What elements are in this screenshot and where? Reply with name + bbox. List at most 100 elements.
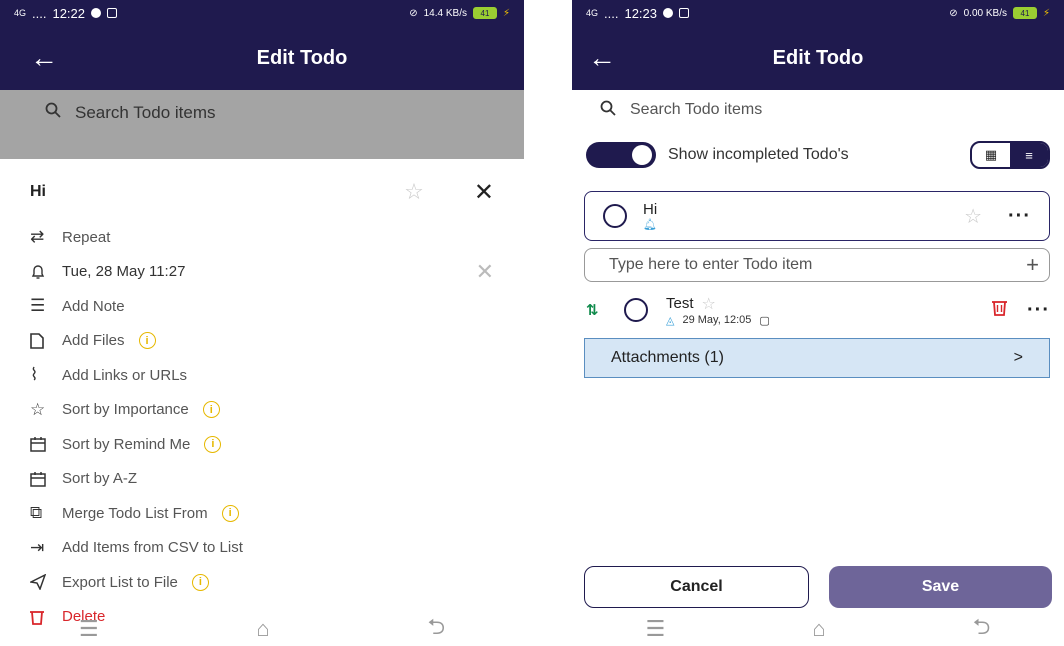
battery-level: 41 (480, 8, 490, 18)
toggle-knob (632, 145, 652, 165)
info-icon[interactable]: i (204, 435, 222, 453)
cancel-button[interactable]: Cancel (584, 566, 809, 608)
menu-item-label: Repeat (62, 228, 111, 246)
more-options-icon[interactable]: ··· (1027, 299, 1050, 322)
info-icon[interactable]: i (138, 332, 156, 350)
item-name: Test (666, 295, 694, 312)
todo-name[interactable]: Hi (30, 183, 404, 201)
menu-item-add-links[interactable]: ⌇ Add Links or URLs (0, 358, 524, 393)
speed-label: 14.4 KB/s (423, 7, 467, 19)
menu-item-sort-importance[interactable]: ☆ Sort by Importance i (0, 393, 524, 428)
message-icon (107, 8, 118, 18)
complete-circle-icon[interactable] (603, 204, 627, 228)
notification-icon (663, 8, 674, 18)
filter-row: Show incompleted Todo's ▦ ≡ (572, 130, 1064, 180)
home-nav-icon[interactable]: ⌂ (812, 616, 825, 642)
menu-item-import-csv[interactable]: ⇥ Add Items from CSV to List (0, 531, 524, 566)
chevron-right-icon: > (1013, 349, 1023, 366)
attachments-row[interactable]: Attachments (1) > (584, 338, 1050, 378)
menu-item-repeat[interactable]: ⇄ Repeat (0, 220, 524, 255)
more-options-icon[interactable]: ··· (1008, 205, 1031, 228)
entry-placeholder: Type here to enter Todo item (609, 256, 813, 273)
complete-circle-icon[interactable] (624, 298, 648, 322)
left-screen: 4G .... 12:22 ⊘ 14.4 KB/s 41 ⚡ ← Edit To… (0, 0, 524, 646)
options-menu: ⇄ Repeat Tue, 28 May 11:27 ✕ ☰ Add Note … (0, 220, 524, 634)
menu-item-label: Add Links or URLs (62, 366, 188, 384)
save-button[interactable]: Save (829, 566, 1052, 608)
home-nav-icon[interactable]: ⌂ (256, 616, 269, 642)
speed-label: 0.00 KB/s (963, 7, 1007, 19)
notification-icon (91, 8, 102, 18)
network-label: 4G (14, 8, 27, 18)
search-icon (45, 102, 61, 123)
grid-view-icon[interactable]: ▦ (972, 143, 1010, 167)
battery-icon: 41 (472, 7, 497, 19)
menu-item-add-note[interactable]: ☰ Add Note (0, 289, 524, 324)
menu-item-add-files[interactable]: Add Files i (0, 324, 524, 359)
back-nav-icon[interactable]: ⮌ (427, 610, 445, 646)
import-icon: ⇥ (30, 537, 45, 557)
todo-name: Hi (643, 201, 658, 218)
info-icon[interactable]: i (191, 573, 209, 591)
menu-item-sort-remind[interactable]: Sort by Remind Me i (0, 427, 524, 462)
message-icon (679, 8, 690, 18)
bell-icon: 🔔︎ (643, 219, 657, 231)
paperclip-icon: ⌇ (30, 365, 39, 385)
back-arrow-icon[interactable]: ← (30, 42, 58, 74)
current-todo-card[interactable]: Hi 🔔︎ ☆ ··· (584, 191, 1050, 241)
send-icon (30, 574, 62, 591)
menu-item-reminder[interactable]: Tue, 28 May 11:27 ✕ (0, 255, 524, 290)
charging-icon: ⚡ (502, 7, 510, 19)
menu-item-label: Tue, 28 May 11:27 (62, 263, 186, 281)
status-time: 12:23 (624, 5, 658, 21)
reorder-icon[interactable]: ⇅ (586, 301, 614, 319)
status-bar: 4G .... 12:23 ⊘ 0.00 KB/s 41 ⚡ (572, 0, 1064, 26)
bell-icon (30, 264, 62, 280)
list-view-icon[interactable]: ≡ (1010, 143, 1048, 167)
page-title: Edit Todo (772, 46, 864, 69)
star-icon[interactable]: ☆ (964, 204, 982, 229)
info-icon[interactable]: i (202, 401, 220, 419)
info-icon[interactable]: i (221, 504, 239, 522)
search-bar[interactable]: Search Todo items (0, 90, 524, 135)
merge-icon: ⧉ (30, 503, 43, 523)
todo-entry-field[interactable]: Type here to enter Todo item + (584, 248, 1050, 282)
menu-item-merge[interactable]: ⧉ Merge Todo List From i (0, 496, 524, 531)
bell-icon: ◬ (666, 314, 675, 327)
star-icon[interactable]: ☆ (702, 294, 716, 314)
menu-item-label: Sort by Remind Me (62, 435, 191, 453)
clear-reminder-icon[interactable]: ✕ (476, 259, 494, 285)
list-item[interactable]: ⇅ Test ☆ ◬ 29 May, 12:05 ▢ ··· (572, 282, 1064, 338)
back-arrow-icon[interactable]: ← (588, 42, 616, 74)
add-icon[interactable]: + (1026, 252, 1039, 278)
search-placeholder: Search Todo items (630, 101, 763, 118)
close-icon[interactable]: ✕ (474, 178, 494, 207)
signal-indicator: .... (32, 5, 47, 21)
menu-item-label: Add Files (62, 332, 125, 350)
menu-nav-icon[interactable]: ☰ (79, 616, 99, 642)
mute-icon: ⊘ (949, 7, 958, 19)
charging-icon: ⚡ (1042, 7, 1050, 19)
file-icon (30, 332, 62, 349)
show-incomplete-toggle[interactable] (586, 142, 656, 168)
trash-icon[interactable] (992, 299, 1008, 322)
calendar-icon (30, 471, 62, 487)
search-bar[interactable]: Search Todo items (572, 90, 1064, 130)
battery-level: 41 (1020, 8, 1030, 18)
menu-nav-icon[interactable]: ☰ (646, 616, 666, 642)
star-icon: ☆ (30, 399, 46, 419)
menu-item-sort-az[interactable]: Sort by A-Z (0, 462, 524, 497)
signal-indicator: .... (604, 5, 619, 21)
menu-item-label: Add Items from CSV to List (62, 539, 243, 557)
view-switch: ▦ ≡ (970, 141, 1050, 169)
menu-item-export[interactable]: Export List to File i (0, 565, 524, 600)
app-bar: ← Edit Todo (0, 26, 524, 90)
system-nav-bar: ☰ ⌂ ⮌ (572, 612, 1064, 646)
system-nav-bar: ☰ ⌂ ⮌ (0, 612, 524, 646)
back-nav-icon[interactable]: ⮌ (973, 610, 991, 646)
menu-item-label: Sort by Importance (62, 401, 189, 419)
app-bar: ← Edit Todo (572, 26, 1064, 90)
note-icon: ☰ (30, 296, 46, 316)
calendar-icon (30, 436, 62, 452)
star-icon[interactable]: ☆ (404, 179, 424, 205)
